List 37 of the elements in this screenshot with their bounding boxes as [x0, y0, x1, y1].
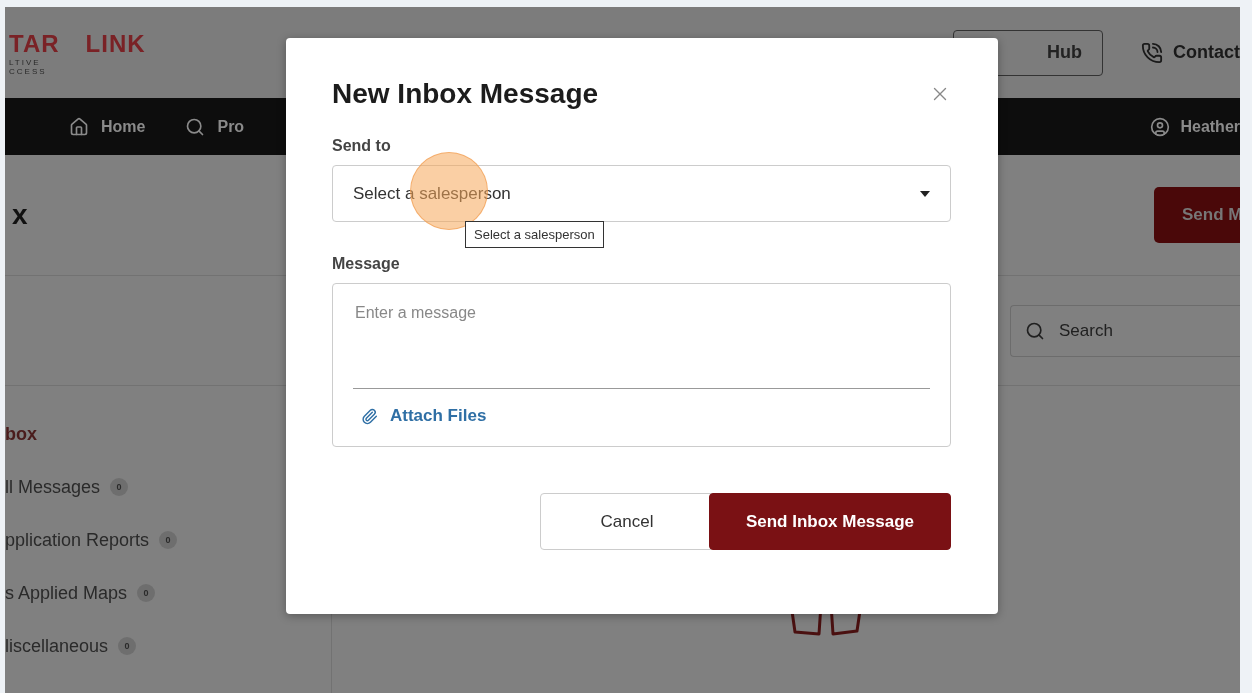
sidebar-item-label: pplication Reports	[5, 529, 150, 551]
paperclip-icon	[361, 407, 378, 425]
user-menu[interactable]: Heather	[1150, 116, 1240, 137]
field-label: Send to	[332, 137, 392, 155]
sidebar-item-label: ll Messages	[5, 476, 101, 498]
logo-text: LINK	[85, 29, 146, 58]
field-label: Message	[332, 255, 401, 273]
send-button[interactable]: Send Inbox Message	[709, 493, 951, 550]
nav-link[interactable]: Home	[69, 116, 146, 137]
logo-text: LTIVE	[9, 57, 42, 67]
dialog-title: New Inbox Message	[332, 78, 599, 110]
count-badge: 0	[159, 531, 178, 549]
message-field[interactable]: Enter a message Attach Files	[332, 283, 951, 447]
sidebar-item-label: liscellaneous	[5, 635, 109, 657]
page-title: x	[12, 199, 28, 231]
count-badge: 0	[137, 584, 156, 602]
logo-text: TAR	[9, 29, 60, 58]
sidebar-item-label: box	[5, 423, 37, 445]
sidebar-item-label: s Applied Maps	[5, 582, 128, 604]
sidebar-item[interactable]: s Applied Maps 0	[5, 581, 331, 605]
contact-link[interactable]: Contact	[1141, 41, 1240, 64]
count-badge: 0	[110, 478, 129, 496]
sidebar-item[interactable]: pplication Reports 0	[5, 528, 331, 552]
home-icon	[69, 116, 89, 137]
search-icon	[185, 116, 206, 137]
sidebar-item[interactable]: ll Messages 0	[5, 475, 331, 499]
caret-icon	[920, 190, 930, 197]
nav-link[interactable]: Pro	[185, 116, 245, 137]
user-icon	[1150, 116, 1171, 137]
count-badge: 0	[118, 637, 137, 655]
phone-icon	[1141, 41, 1163, 64]
search-icon	[1025, 320, 1045, 341]
attach-files-link[interactable]: Attach Files	[353, 406, 487, 426]
sidebar-item[interactable]: liscellaneous 0	[5, 634, 331, 658]
logo-text: CCESS	[9, 66, 48, 76]
search-field[interactable]: Search	[1010, 304, 1240, 357]
tooltip: Select a salesperson	[465, 221, 604, 248]
